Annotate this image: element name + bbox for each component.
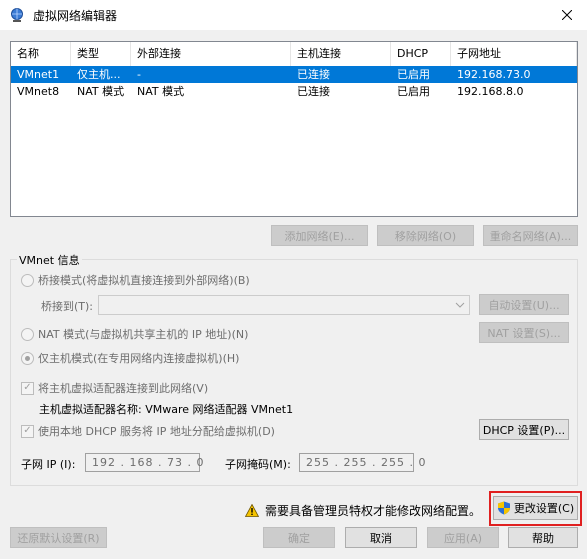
- table-row[interactable]: VMnet8 NAT 模式 NAT 模式 已连接 已启用 192.168.8.0: [11, 83, 577, 100]
- connect-adapter-checkbox[interactable]: ✓ 将主机虚拟适配器连接到此网络(V): [21, 380, 208, 396]
- checkmark-icon: ✓: [21, 381, 34, 395]
- subnet-mask-label: 子网掩码(M):: [225, 458, 291, 471]
- host-only-radio[interactable]: 仅主机模式(在专用网络内连接虚拟机)(H): [21, 350, 239, 366]
- column-header-dhcp[interactable]: DHCP: [391, 42, 451, 66]
- network-list[interactable]: 名称 类型 外部连接 主机连接 DHCP 子网地址 VMnet1 仅主机... …: [10, 41, 578, 217]
- subnet-mask-input[interactable]: 255 . 255 . 255 . 0: [299, 453, 425, 472]
- help-button[interactable]: 帮助: [508, 527, 578, 548]
- table-cell: 192.168.73.0: [457, 68, 531, 81]
- change-settings-button[interactable]: 更改设置(C): [493, 496, 578, 520]
- chevron-down-icon: [455, 302, 465, 308]
- table-cell: 已连接: [297, 85, 330, 98]
- nat-mode-radio[interactable]: NAT 模式(与虚拟机共享主机的 IP 地址)(N): [21, 326, 248, 342]
- list-header: 名称 类型 外部连接 主机连接 DHCP 子网地址: [11, 42, 577, 66]
- table-cell: VMnet8: [17, 85, 60, 98]
- table-cell: NAT 模式: [77, 85, 125, 98]
- adapter-name-text: 主机虚拟适配器名称: VMware 网络适配器 VMnet1: [39, 403, 294, 416]
- auto-settings-button[interactable]: 自动设置(U)...: [479, 294, 569, 315]
- radio-indicator: [21, 327, 34, 341]
- close-icon: [562, 10, 572, 20]
- apply-button[interactable]: 应用(A): [427, 527, 499, 548]
- subnet-ip-label: 子网 IP (I):: [21, 458, 76, 471]
- bridged-to-dropdown[interactable]: [98, 295, 470, 315]
- table-cell: 已连接: [297, 68, 330, 81]
- admin-warning: 需要具备管理员特权才能修改网络配置。: [245, 502, 481, 519]
- nat-mode-label: NAT 模式(与虚拟机共享主机的 IP 地址)(N): [38, 328, 249, 341]
- column-header-subnet[interactable]: 子网地址: [451, 42, 577, 66]
- bridged-to-label: 桥接到(T):: [41, 300, 94, 313]
- host-only-label: 仅主机模式(在专用网络内连接虚拟机)(H): [38, 352, 240, 365]
- change-settings-label: 更改设置(C): [513, 502, 575, 515]
- dialog-body: 名称 类型 外部连接 主机连接 DHCP 子网地址 VMnet1 仅主机... …: [0, 30, 587, 559]
- column-header-host[interactable]: 主机连接: [291, 42, 391, 66]
- bridged-mode-radio[interactable]: 桥接模式(将虚拟机直接连接到外部网络)(B): [21, 272, 250, 288]
- column-header-external[interactable]: 外部连接: [131, 42, 291, 66]
- uac-shield-icon: [497, 501, 510, 515]
- table-cell: 已启用: [397, 68, 430, 81]
- column-header-name[interactable]: 名称: [11, 42, 71, 66]
- warning-icon: [245, 504, 259, 517]
- remove-network-button[interactable]: 移除网络(O): [377, 225, 474, 246]
- column-header-type[interactable]: 类型: [71, 42, 131, 66]
- close-button[interactable]: [547, 0, 587, 30]
- use-dhcp-checkbox[interactable]: ✓ 使用本地 DHCP 服务将 IP 地址分配给虚拟机(D): [21, 423, 275, 439]
- restore-defaults-button[interactable]: 还原默认设置(R): [10, 527, 107, 548]
- table-cell: 仅主机...: [77, 68, 121, 81]
- admin-warning-text: 需要具备管理员特权才能修改网络配置。: [265, 504, 482, 518]
- checkmark-icon: ✓: [21, 424, 34, 438]
- network-globe-icon: [11, 8, 23, 22]
- rename-network-button[interactable]: 重命名网络(A)...: [483, 225, 578, 246]
- table-cell: NAT 模式: [137, 85, 185, 98]
- vmnet-info-label: VMnet 信息: [17, 252, 82, 268]
- table-cell: VMnet1: [17, 68, 60, 81]
- cancel-button[interactable]: 取消: [345, 527, 417, 548]
- subnet-ip-input[interactable]: 192 . 168 . 73 . 0: [85, 453, 203, 472]
- window-title: 虚拟网络编辑器: [33, 8, 118, 23]
- title-bar: 虚拟网络编辑器: [0, 0, 587, 30]
- ok-button[interactable]: 确定: [263, 527, 335, 548]
- table-cell: 192.168.8.0: [457, 85, 524, 98]
- add-network-button[interactable]: 添加网络(E)...: [271, 225, 368, 246]
- radio-indicator: [21, 273, 34, 287]
- vmnet-info-group: VMnet 信息 桥接模式(将虚拟机直接连接到外部网络)(B) 桥接到(T): …: [10, 252, 578, 486]
- table-row[interactable]: VMnet1 仅主机... - 已连接 已启用 192.168.73.0: [11, 66, 577, 83]
- nat-settings-button[interactable]: NAT 设置(S)...: [479, 322, 569, 343]
- use-dhcp-label: 使用本地 DHCP 服务将 IP 地址分配给虚拟机(D): [38, 425, 275, 438]
- table-cell: -: [137, 68, 141, 81]
- table-cell: 已启用: [397, 85, 430, 98]
- connect-adapter-label: 将主机虚拟适配器连接到此网络(V): [38, 382, 209, 395]
- bridged-mode-label: 桥接模式(将虚拟机直接连接到外部网络)(B): [38, 274, 250, 287]
- dhcp-settings-button[interactable]: DHCP 设置(P)...: [479, 419, 569, 440]
- radio-indicator: [21, 351, 34, 365]
